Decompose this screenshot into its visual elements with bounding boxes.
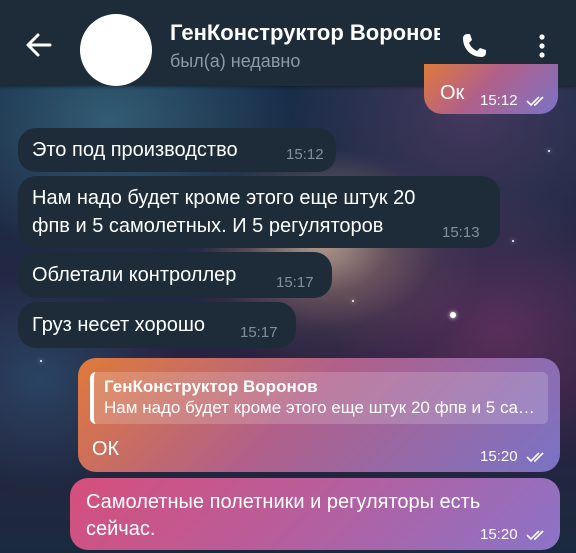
message-text: ОК (92, 438, 120, 460)
message-bubble-outgoing[interactable]: Самолетные полетники и регуляторы есть с… (70, 478, 560, 550)
double-check-icon (526, 452, 544, 463)
call-button[interactable] (458, 30, 490, 62)
chat-status: был(а) недавно (170, 51, 301, 71)
message-time: 15:12 (480, 92, 548, 109)
message-time: 15:17 (240, 324, 278, 341)
message-text-line: Нам надо будет кроме этого еще штук 20 (32, 187, 416, 209)
message-time: 15:12 (286, 146, 324, 163)
double-check-icon (526, 530, 544, 541)
message-text: Облетали контроллер (32, 264, 237, 286)
message-bubble-outgoing[interactable]: ГенКонструктор Воронов Нам надо будет кр… (78, 358, 560, 472)
reply-text: Нам надо будет кроме этого еще штук 20 ф… (104, 398, 538, 417)
message-bubble-incoming[interactable]: Это под производство 15:12 (18, 128, 336, 172)
reply-preview[interactable]: ГенКонструктор Воронов Нам надо будет кр… (90, 372, 548, 424)
star (352, 300, 354, 302)
message-time: 15:17 (276, 274, 314, 291)
message-text: Это под производство (32, 139, 238, 161)
chat-title[interactable]: ГенКонструктор Воронов (170, 20, 440, 46)
star (512, 240, 514, 242)
message-time: 15:20 (480, 526, 548, 543)
reply-author: ГенКонструктор Воронов (104, 377, 318, 396)
message-bubble-incoming[interactable]: Нам надо будет кроме этого еще штук 20 ф… (18, 176, 500, 248)
back-button[interactable] (22, 28, 56, 62)
message-time: 15:13 (442, 224, 480, 241)
double-check-icon (526, 96, 544, 107)
more-vertical-icon (539, 34, 545, 58)
message-bubble-incoming[interactable]: Облетали контроллер 15:17 (18, 252, 332, 298)
message-text: Груз несет хорошо (32, 314, 205, 336)
message-text-line: сейчас. (86, 518, 156, 540)
star (450, 312, 456, 318)
message-bubble-outgoing[interactable]: Ок 15:12 (424, 64, 558, 114)
message-bubble-incoming[interactable]: Груз несет хорошо 15:17 (18, 302, 296, 348)
avatar[interactable] (80, 14, 152, 86)
star (40, 360, 42, 362)
arrow-left-icon (26, 33, 52, 57)
phone-icon (463, 34, 486, 57)
message-text: Ок (440, 82, 465, 104)
message-text-line: фпв и 5 самолетных. И 5 регуляторов (32, 215, 384, 237)
star (548, 150, 550, 152)
message-time: 15:20 (480, 448, 548, 465)
more-menu-button[interactable] (528, 32, 556, 60)
message-text-line: Самолетные полетники и регуляторы есть (86, 491, 481, 513)
